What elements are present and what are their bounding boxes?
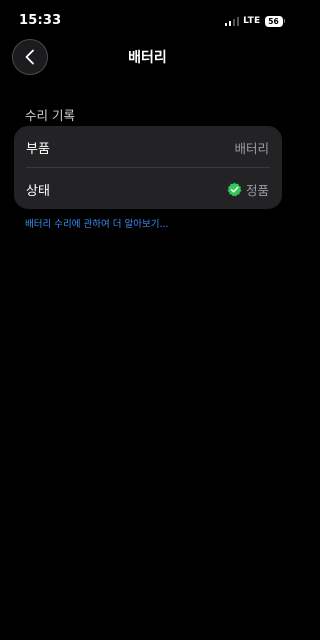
repair-history-card: 부품 배터리 상태 정품 bbox=[14, 126, 282, 209]
battery-cap bbox=[283, 19, 285, 23]
row-status-value-group: 정품 bbox=[227, 180, 269, 199]
battery-level: 56 bbox=[264, 15, 283, 27]
network-type: LTE bbox=[243, 16, 261, 26]
status-indicators: LTE 56 bbox=[224, 14, 285, 28]
battery-screen: 15:33 LTE 56 배터리 수리 기록 부품 배터리 상태 정품 배터리 … bbox=[0, 0, 295, 640]
row-part-label: 부품 bbox=[26, 142, 50, 157]
cellular-signal-icon bbox=[224, 16, 240, 26]
page-title: 배터리 bbox=[128, 50, 167, 66]
row-status-value: 정품 bbox=[245, 183, 269, 198]
row-status: 상태 정품 bbox=[14, 168, 282, 209]
row-part: 부품 배터리 bbox=[14, 126, 282, 167]
row-part-value: 배터리 bbox=[234, 141, 269, 156]
status-bar: 15:33 LTE 56 bbox=[0, 0, 295, 34]
status-time: 15:33 bbox=[19, 13, 62, 28]
battery-icon: 56 bbox=[264, 15, 285, 27]
learn-more-link[interactable]: 배터리 수리에 관하여 더 알아보기... bbox=[25, 216, 169, 230]
section-header-repair-history: 수리 기록 bbox=[25, 108, 75, 123]
verified-check-icon bbox=[227, 182, 242, 197]
row-status-label: 상태 bbox=[26, 184, 50, 199]
